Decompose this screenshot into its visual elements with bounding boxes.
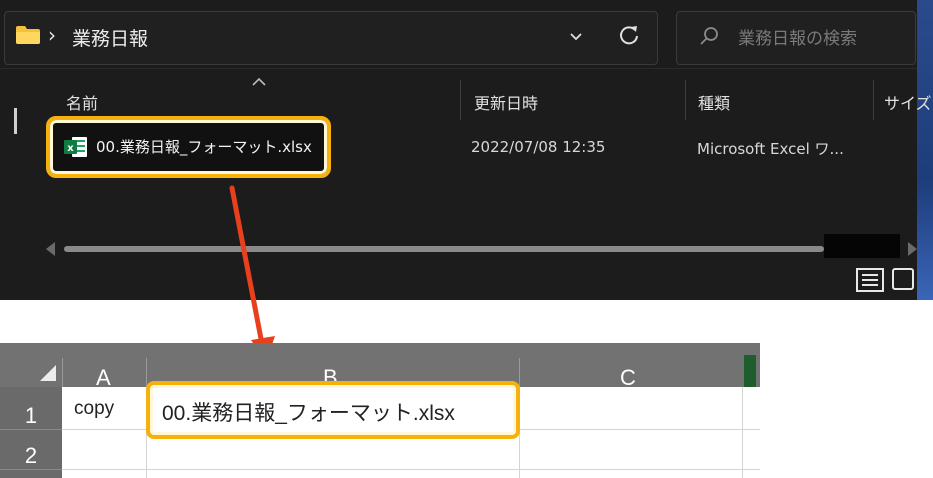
select-all-icon[interactable]	[40, 365, 56, 381]
svg-text:x: x	[67, 143, 74, 154]
search-icon	[700, 27, 718, 45]
vertical-scrollbar-thumb[interactable]	[14, 108, 17, 134]
excel-file-icon: x	[64, 137, 87, 157]
row-number-1[interactable]: 1	[0, 403, 62, 429]
chevron-down-icon[interactable]	[566, 26, 586, 46]
excel-spreadsheet: A B C 1 2 copy 00.業務日報_フォーマット.xlsx	[0, 343, 760, 478]
file-explorer-window: › 業務日報 業務日報の検索 名前 更新日時 種類 サイズ x 00.業務日報_…	[0, 0, 933, 300]
folder-icon	[16, 26, 40, 44]
search-placeholder[interactable]: 業務日報の検索	[738, 24, 857, 49]
column-letter-a[interactable]: A	[96, 365, 111, 391]
column-letter-c[interactable]: C	[620, 365, 636, 391]
column-header-type[interactable]: 種類	[698, 90, 730, 114]
details-view-icon[interactable]	[856, 268, 884, 292]
column-header-name[interactable]: 名前	[66, 90, 98, 114]
header-divider	[62, 358, 63, 387]
sort-up-icon	[252, 77, 266, 86]
row-divider	[0, 429, 62, 430]
horizontal-scrollbar[interactable]	[64, 246, 824, 252]
scroll-right-icon[interactable]	[908, 242, 917, 256]
grid-line	[742, 387, 743, 478]
grid-line	[62, 469, 760, 470]
row-divider	[0, 469, 62, 470]
file-modified-date: 2022/07/08 12:35	[471, 138, 606, 156]
refresh-icon[interactable]	[616, 22, 642, 48]
row-number-2[interactable]: 2	[0, 443, 62, 469]
column-divider[interactable]	[460, 80, 461, 120]
large-icons-view-icon[interactable]	[890, 266, 916, 292]
column-header-size[interactable]: サイズ	[884, 90, 932, 114]
column-divider[interactable]	[685, 80, 686, 120]
toolbar-divider	[0, 68, 917, 69]
cell-b1[interactable]: 00.業務日報_フォーマット.xlsx	[162, 397, 455, 427]
breadcrumb-current-folder[interactable]: 業務日報	[72, 24, 148, 51]
scrollbar-end	[824, 234, 900, 258]
cell-a1[interactable]: copy	[74, 398, 114, 420]
breadcrumb-chevron-icon[interactable]: ›	[48, 22, 56, 48]
column-header-modified[interactable]: 更新日時	[474, 90, 538, 114]
selected-column-indicator	[744, 355, 756, 387]
header-divider	[519, 358, 520, 387]
desktop-wallpaper-edge	[917, 0, 933, 300]
header-divider	[146, 358, 147, 387]
file-name[interactable]: 00.業務日報_フォーマット.xlsx	[96, 136, 312, 157]
scroll-left-icon[interactable]	[46, 242, 55, 256]
annotation-arrow	[229, 185, 275, 362]
file-type: Microsoft Excel ワ...	[697, 140, 844, 158]
column-divider[interactable]	[873, 80, 874, 120]
